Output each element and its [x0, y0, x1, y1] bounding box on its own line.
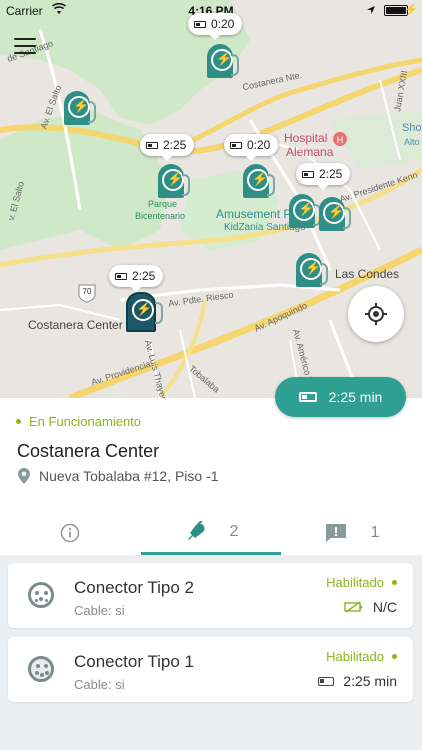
- battery-icon: [194, 20, 206, 28]
- charger-pin[interactable]: ⚡: [64, 91, 96, 127]
- connector-title: Conector Tipo 1: [74, 652, 195, 671]
- time-badge: 2:25: [109, 265, 164, 292]
- info-icon: [60, 523, 80, 543]
- map-label-shop: Sho: [402, 122, 422, 134]
- time-badge: 0:20: [224, 134, 279, 161]
- connector-cable: Cable: si: [74, 603, 125, 618]
- map-label-hospital: Hospital: [284, 131, 328, 145]
- tab-reports-count: 1: [370, 524, 380, 541]
- battery-icon: [230, 141, 242, 149]
- status-dot-icon: [392, 654, 397, 659]
- charger-pin[interactable]: ⚡: [158, 164, 190, 200]
- charger-pin[interactable]: ⚡: [207, 44, 239, 80]
- location-arrow-icon: [366, 4, 376, 18]
- type1-connector-icon: [28, 656, 54, 682]
- station-tabs: 2 1: [0, 511, 422, 555]
- map-pin-icon: [18, 468, 30, 484]
- battery-icon: [318, 676, 335, 686]
- battery-icon: [115, 272, 127, 280]
- charging-icon: ⚡: [404, 4, 418, 16]
- charger-pin[interactable]: ⚡: [296, 253, 328, 289]
- map-label-bicentenario: Bicentenario: [135, 211, 186, 221]
- battery-icon: [302, 170, 314, 178]
- time-badge: 2:25: [140, 134, 195, 161]
- charger-pin[interactable]: ⚡: [243, 164, 275, 200]
- map-label-alto: Alto: [404, 137, 420, 147]
- crosshair-icon: [365, 303, 387, 325]
- charger-pin[interactable]: ⚡: [319, 197, 351, 233]
- map-label-las-condes: Las Condes: [335, 267, 400, 281]
- connector-cable: Cable: si: [74, 677, 125, 692]
- charger-pin[interactable]: ⚡: [289, 194, 321, 230]
- connector-title: Conector Tipo 2: [74, 578, 195, 597]
- menu-button[interactable]: [14, 38, 36, 54]
- tab-connectors[interactable]: 2: [141, 511, 281, 555]
- map-label-route: 70: [82, 287, 92, 296]
- plug-icon: [187, 520, 205, 540]
- connector-card[interactable]: Conector Tipo 1 Cable: si Habilitado 2:2…: [8, 637, 413, 702]
- station-panel: En Funcionamiento Costanera Center Nueva…: [0, 398, 422, 555]
- time-badge: 2:25: [296, 163, 351, 190]
- tab-info[interactable]: [0, 511, 140, 555]
- battery-icon: [146, 141, 158, 149]
- connector-state: Habilitado: [326, 649, 397, 664]
- tab-reports[interactable]: 1: [282, 511, 422, 555]
- station-address: Nueva Tobalaba #12, Piso -1: [18, 468, 219, 484]
- charger-pin-selected[interactable]: ⚡: [126, 292, 163, 332]
- map-label-alemana: Alemana: [286, 145, 334, 159]
- connector-value: 2:25 min: [318, 673, 397, 689]
- connector-value: N/C: [344, 599, 397, 615]
- svg-text:H: H: [337, 135, 344, 145]
- my-location-button[interactable]: [348, 286, 404, 342]
- time-badge: 0:20: [188, 13, 243, 40]
- eta-button[interactable]: 2:25 min: [275, 377, 406, 417]
- connector-card[interactable]: Conector Tipo 2 Cable: si Habilitado N/C: [8, 563, 413, 628]
- station-status: En Funcionamiento: [16, 414, 141, 429]
- map-label-parque: Parque: [148, 199, 178, 209]
- eta-label: 2:25 min: [328, 389, 383, 405]
- station-name: Costanera Center: [17, 441, 160, 461]
- connector-state: Habilitado: [326, 575, 397, 590]
- battery-icon: [298, 392, 317, 402]
- status-dot-icon: [392, 580, 397, 585]
- type2-connector-icon: [28, 582, 54, 608]
- map-label-costanera-center: Costanera Center: [28, 318, 123, 332]
- map-label-amusement: Amusement P: [216, 207, 292, 221]
- battery-unavailable-icon: [344, 601, 362, 613]
- report-icon: [325, 524, 346, 542]
- status-dot-icon: [16, 419, 21, 424]
- tab-connectors-count: 2: [229, 522, 239, 540]
- map-view[interactable]: H de Santiago Av. El Salto Costanera Nte…: [0, 0, 422, 398]
